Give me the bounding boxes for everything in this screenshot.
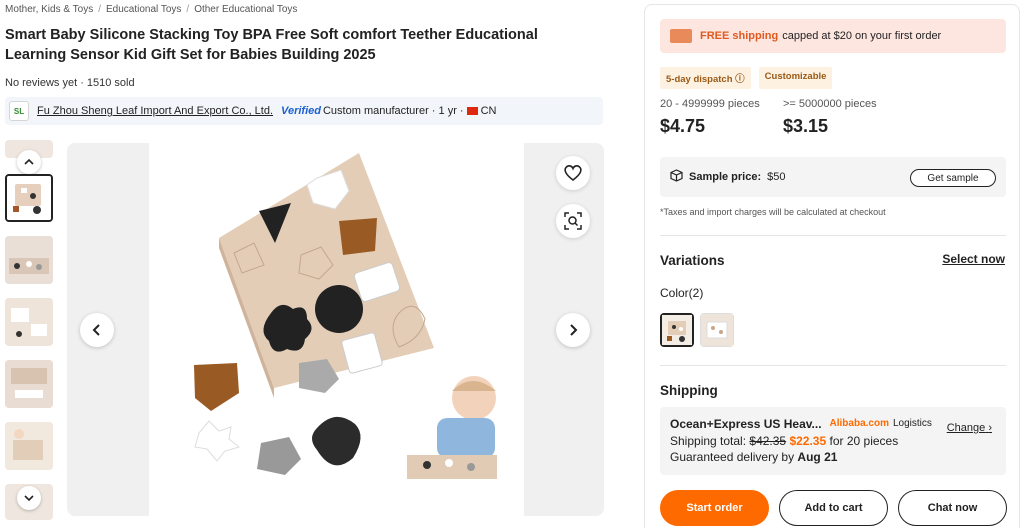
free-shipping-banner: FREE shipping capped at $20 on your firs… xyxy=(660,19,1006,53)
breadcrumb-item[interactable]: Educational Toys xyxy=(106,4,181,15)
action-buttons: Start order Add to cart Chat now xyxy=(660,490,1007,526)
thumbnail-strip xyxy=(5,140,53,520)
breadcrumb-separator: / xyxy=(98,4,101,15)
guarantee-date: Aug 21 xyxy=(797,450,838,464)
change-shipping-link[interactable]: Change › xyxy=(947,420,992,437)
variations-title: Variations xyxy=(660,253,725,268)
sample-price-row: Sample price: $50 Get sample xyxy=(660,157,1006,197)
shipping-new-price: $22.35 xyxy=(789,433,827,448)
review-summary: No reviews yet · 1510 sold xyxy=(5,77,135,89)
change-label: Change xyxy=(946,422,986,434)
supplier-name-link[interactable]: Fu Zhou Sheng Leaf Import And Export Co.… xyxy=(37,105,273,117)
next-image-button[interactable] xyxy=(556,313,590,347)
breadcrumb: Mother, Kids & Toys / Educational Toys /… xyxy=(5,4,297,15)
tier-price: $4.75 xyxy=(660,116,706,136)
carrier-suffix: Logistics xyxy=(893,418,932,429)
thumbnail-selected[interactable] xyxy=(5,174,53,222)
guarantee-label: Guaranteed delivery by xyxy=(670,450,795,464)
shipping-title: Shipping xyxy=(660,383,718,398)
product-photo xyxy=(149,143,524,516)
divider xyxy=(660,235,1006,236)
supplier-bar: SL Fu Zhou Sheng Leaf Import And Export … xyxy=(5,97,603,125)
shipping-total-label: Shipping total: xyxy=(670,433,747,448)
main-product-image xyxy=(67,143,604,516)
color-label: Color(2) xyxy=(660,286,704,300)
price-tier: >= 5000000 pieces $3.15 xyxy=(783,98,877,137)
divider xyxy=(660,365,1006,366)
offer-tags: 5-day dispatch ⓘ Customizable xyxy=(660,67,833,89)
image-search-icon[interactable] xyxy=(556,204,590,238)
color-swatch[interactable] xyxy=(700,313,734,347)
china-flag-icon xyxy=(466,107,478,115)
chevron-down-icon[interactable] xyxy=(17,486,41,510)
free-shipping-label: FREE shipping xyxy=(700,30,779,42)
shipping-pieces: for 20 pieces xyxy=(829,433,899,448)
product-title: Smart Baby Silicone Stacking Toy BPA Fre… xyxy=(5,27,538,63)
breadcrumb-item[interactable]: Other Educational Toys xyxy=(194,4,297,15)
tier-quantity: >= 5000000 pieces xyxy=(783,98,877,110)
heart-icon[interactable] xyxy=(556,156,590,190)
customizable-tag: Customizable xyxy=(758,67,833,89)
price-tier: 20 - 4999999 pieces $4.75 xyxy=(660,98,760,137)
taxes-note: *Taxes and import charges will be calcul… xyxy=(660,207,886,217)
sample-price-value: $50 xyxy=(767,171,786,183)
chevron-right-icon xyxy=(570,324,578,336)
carrier-brand: Alibaba.com xyxy=(829,418,889,429)
start-order-button[interactable]: Start order xyxy=(660,490,769,526)
cube-icon xyxy=(670,169,683,185)
purchase-panel: FREE shipping capped at $20 on your firs… xyxy=(644,4,1020,528)
color-swatch-selected[interactable] xyxy=(660,313,694,347)
free-shipping-text: capped at $20 on your first order xyxy=(782,30,942,42)
chevron-left-icon xyxy=(92,324,100,336)
breadcrumb-separator: / xyxy=(186,4,190,15)
supplier-details: Custom manufacturer · 1 yr · xyxy=(322,105,464,117)
shipping-old-price: $42.35 xyxy=(749,433,787,448)
thumbnail[interactable] xyxy=(5,298,53,346)
chevron-right-icon: › xyxy=(988,422,992,434)
supplier-logo: SL xyxy=(9,101,29,121)
thumbnail[interactable] xyxy=(5,236,53,284)
tier-price: $3.15 xyxy=(783,116,829,136)
previous-image-button[interactable] xyxy=(80,313,114,347)
dispatch-tag[interactable]: 5-day dispatch ⓘ xyxy=(660,67,751,89)
shipping-method: Ocean+Express US Heav... xyxy=(670,417,822,431)
chevron-up-icon[interactable] xyxy=(17,150,41,174)
select-now-link[interactable]: Select now xyxy=(942,252,1005,266)
add-to-cart-button[interactable]: Add to cart xyxy=(779,490,888,526)
thumbnail[interactable] xyxy=(5,360,53,408)
sample-price-label: Sample price: xyxy=(689,171,762,183)
supplier-country: CN xyxy=(480,105,497,117)
shipping-box: Ocean+Express US Heav... Alibaba.com Log… xyxy=(660,407,1006,475)
breadcrumb-item[interactable]: Mother, Kids & Toys xyxy=(5,4,93,15)
get-sample-button[interactable]: Get sample xyxy=(910,169,996,187)
tier-quantity: 20 - 4999999 pieces xyxy=(660,98,760,110)
chat-now-button[interactable]: Chat now xyxy=(898,490,1007,526)
thumbnail[interactable] xyxy=(5,422,53,470)
truck-icon xyxy=(670,29,692,43)
verified-badge: Verified xyxy=(281,105,321,117)
